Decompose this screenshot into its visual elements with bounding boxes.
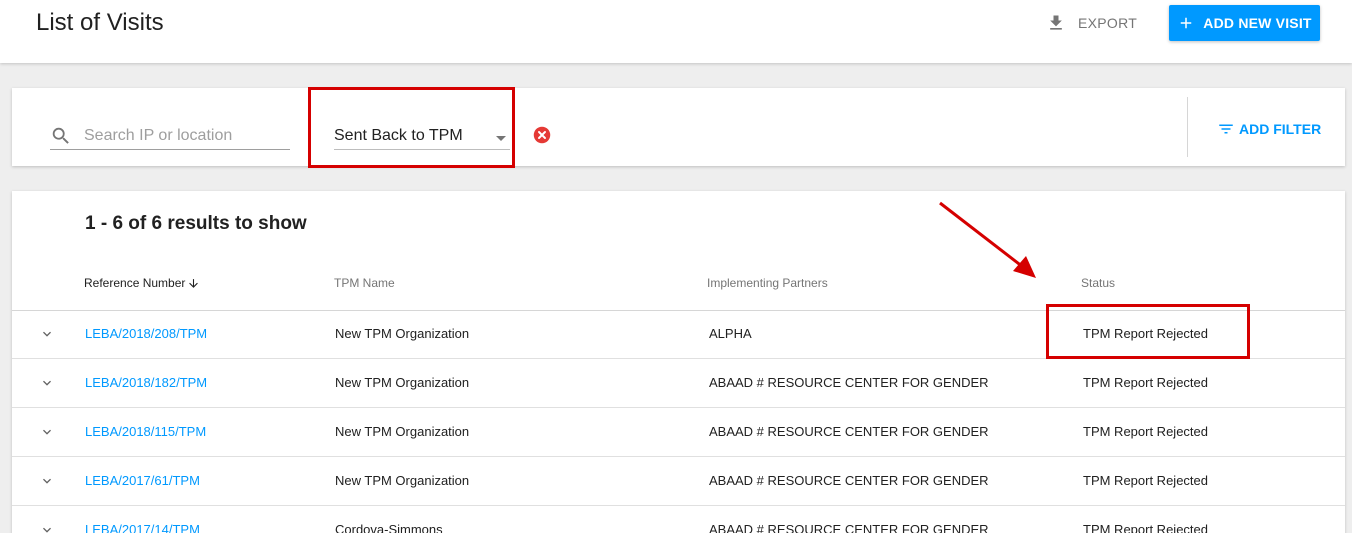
chevron-down-icon[interactable] [39,375,55,391]
status-cell: TPM Report Rejected [1083,424,1208,439]
tpm-name-cell: New TPM Organization [335,375,470,390]
column-header-implementing-partners[interactable]: Implementing Partners [707,276,828,290]
clear-circle-icon[interactable] [533,126,551,144]
table-row: LEBA/2018/115/TPM New TPM Organization A… [12,408,1345,457]
add-filter-label: ADD FILTER [1239,121,1322,137]
implementing-partner-cell: ABAAD # RESOURCE CENTER FOR GENDER [709,424,989,439]
results-table-card: 1 - 6 of 6 results to show Reference Num… [12,191,1345,533]
annotation-highlight-box [1046,304,1250,359]
chevron-down-icon[interactable] [39,473,55,489]
implementing-partner-cell: ABAAD # RESOURCE CENTER FOR GENDER [709,375,989,390]
status-cell: TPM Report Rejected [1083,522,1208,533]
results-count: 1 - 6 of 6 results to show [85,213,307,234]
filter-list-icon [1219,124,1233,134]
search-icon [52,127,69,144]
chevron-down-icon[interactable] [39,522,55,533]
reference-number-link[interactable]: LEBA/2018/182/TPM [85,375,207,390]
export-button[interactable]: EXPORT [1046,10,1137,36]
chevron-down-icon[interactable] [39,326,55,342]
add-filter-button[interactable]: ADD FILTER [1217,119,1321,139]
column-header-tpm-name[interactable]: TPM Name [334,276,395,290]
reference-number-link[interactable]: LEBA/2017/61/TPM [85,473,200,488]
status-cell: TPM Report Rejected [1083,473,1208,488]
tpm-name-cell: New TPM Organization [335,424,470,439]
export-label: EXPORT [1078,15,1138,31]
plus-icon [1181,17,1192,29]
reference-number-link[interactable]: LEBA/2018/208/TPM [85,326,207,341]
reference-number-link[interactable]: LEBA/2017/14/TPM [85,522,200,533]
search-input[interactable] [84,126,274,145]
status-cell: TPM Report Rejected [1083,375,1208,390]
tpm-name-cell: New TPM Organization [335,473,470,488]
column-header-reference-number[interactable]: Reference Number [84,276,200,290]
column-header-label: Reference Number [84,276,186,290]
chevron-down-icon[interactable] [39,424,55,440]
add-new-visit-label: ADD NEW VISIT [1203,15,1312,31]
annotation-highlight-box [308,87,515,168]
page-title: List of Visits [36,9,164,36]
table-row: LEBA/2017/14/TPM Cordova-Simmons ABAAD #… [12,506,1345,533]
top-bar: List of Visits EXPORT ADD NEW VISIT [0,0,1352,63]
reference-number-link[interactable]: LEBA/2018/115/TPM [85,424,206,439]
column-header-status[interactable]: Status [1081,276,1115,290]
table-row: LEBA/2017/61/TPM New TPM Organization AB… [12,457,1345,506]
download-icon [1050,15,1062,30]
tpm-name-cell: New TPM Organization [335,326,470,341]
tpm-name-cell: Cordova-Simmons [335,522,443,533]
filter-panel: Sent Back to TPM ADD FILTER [12,87,1345,168]
filter-divider [1187,97,1188,157]
arrow-down-icon [189,278,199,288]
implementing-partner-cell: ABAAD # RESOURCE CENTER FOR GENDER [709,522,989,533]
implementing-partner-cell: ABAAD # RESOURCE CENTER FOR GENDER [709,473,989,488]
table-row: LEBA/2018/182/TPM New TPM Organization A… [12,359,1345,408]
implementing-partner-cell: ALPHA [709,326,752,341]
add-new-visit-button[interactable]: ADD NEW VISIT [1169,5,1320,41]
annotation-arrow-icon [939,201,1036,278]
search-field [50,122,290,150]
